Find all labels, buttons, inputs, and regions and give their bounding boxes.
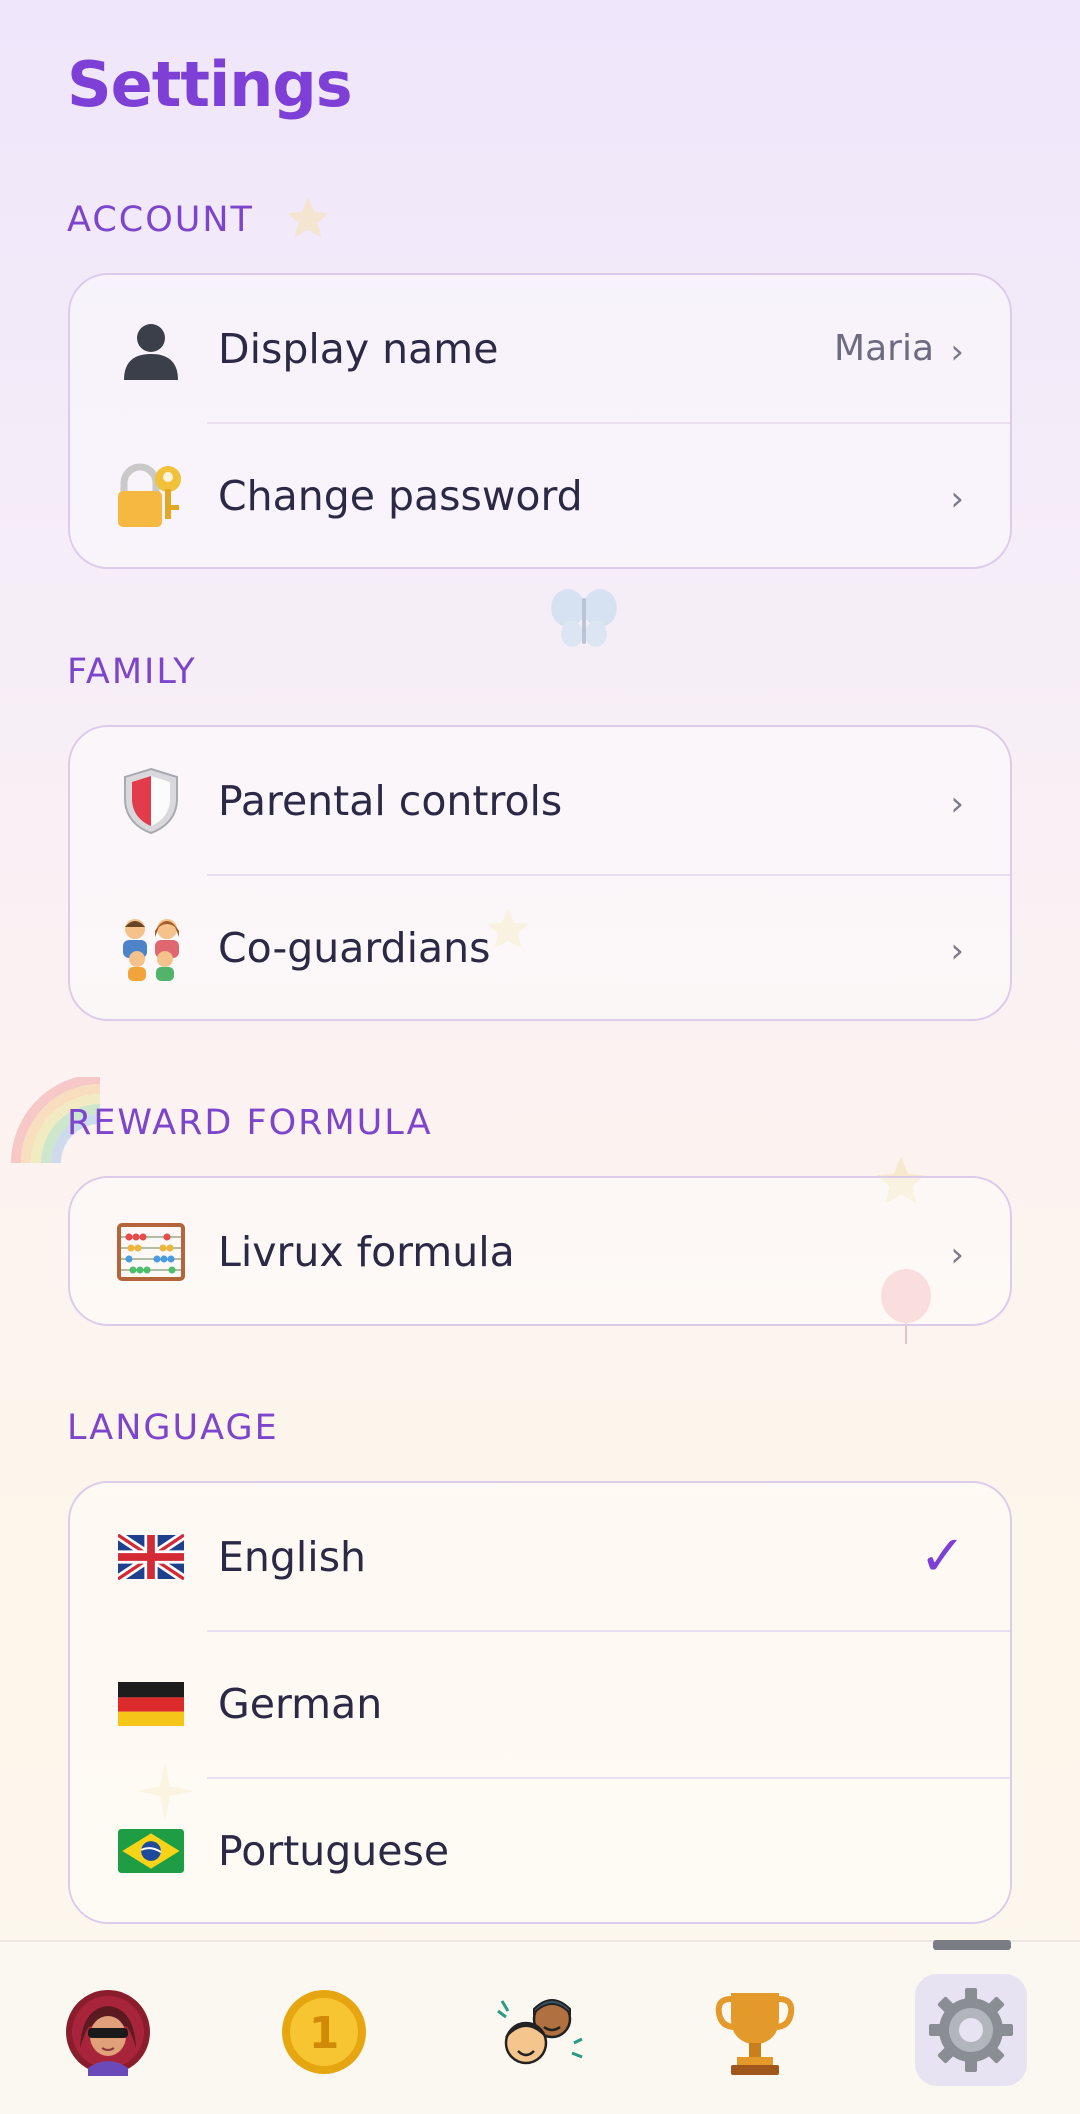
page-title: Settings [67, 48, 353, 121]
language-label: Portuguese [218, 1826, 450, 1875]
parental-controls-row[interactable]: Parental controls › [70, 727, 1010, 874]
star-decoration-icon [287, 197, 329, 238]
tab-profile[interactable] [63, 1987, 153, 2077]
abacus-icon [116, 1217, 186, 1287]
language-card: English ✓ German Portuguese [68, 1481, 1012, 1924]
active-tab-indicator [933, 1940, 1011, 1950]
language-label: German [218, 1679, 383, 1728]
svg-text:1: 1 [309, 2008, 340, 2059]
chevron-right-icon: › [950, 930, 964, 971]
gear-icon [929, 1988, 1013, 2072]
germany-flag-icon [116, 1669, 186, 1739]
tab-settings[interactable] [915, 1974, 1027, 2086]
people-icon [497, 1999, 583, 2065]
change-password-label: Change password [218, 471, 583, 520]
shield-icon [116, 766, 186, 836]
reward-formula-card: Livrux formula › [68, 1176, 1012, 1326]
checkmark-icon: ✓ [919, 1524, 966, 1589]
livrux-formula-label: Livrux formula [218, 1227, 515, 1276]
language-label: English [218, 1532, 367, 1581]
section-label-family: FAMILY [67, 652, 197, 692]
co-guardians-label: Co-guardians [218, 923, 491, 972]
uk-flag-icon [116, 1522, 186, 1592]
coin-icon: 1 [282, 1990, 366, 2074]
section-label-language: LANGUAGE [67, 1408, 279, 1448]
livrux-formula-row[interactable]: Livrux formula › [70, 1178, 1010, 1324]
display-name-row[interactable]: Display name Maria › [70, 275, 1010, 422]
display-name-label: Display name [218, 324, 499, 373]
family-card: Parental controls › Co-guardians › [68, 725, 1012, 1021]
section-label-reward-formula: REWARD FORMULA [67, 1103, 433, 1143]
co-guardians-row[interactable]: Co-guardians › [70, 874, 1010, 1019]
avatar-icon [66, 1990, 150, 2076]
change-password-row[interactable]: Change password › [70, 422, 1010, 567]
account-card: Display name Maria › Change password › [68, 273, 1012, 569]
chevron-right-icon: › [950, 783, 964, 824]
trophy-icon [715, 1993, 795, 2075]
family-icon [116, 913, 186, 983]
language-option-german[interactable]: German [70, 1630, 1010, 1777]
chevron-right-icon: › [950, 478, 964, 519]
butterfly-decoration-icon [551, 589, 617, 647]
lock-key-icon [116, 461, 186, 531]
tab-achievements[interactable] [710, 1987, 800, 2077]
tab-community[interactable] [494, 1987, 584, 2077]
bottom-tab-bar: 1 [0, 1940, 1080, 2114]
chevron-right-icon: › [950, 1234, 964, 1275]
tab-coins[interactable]: 1 [279, 1987, 369, 2077]
person-silhouette-icon [116, 314, 186, 384]
display-name-value: Maria [834, 328, 934, 369]
language-option-portuguese[interactable]: Portuguese [70, 1777, 1010, 1922]
chevron-right-icon: › [950, 331, 964, 372]
language-option-english[interactable]: English ✓ [70, 1483, 1010, 1630]
brazil-flag-icon [116, 1816, 186, 1886]
parental-controls-label: Parental controls [218, 776, 563, 825]
section-label-account: ACCOUNT [67, 200, 254, 240]
